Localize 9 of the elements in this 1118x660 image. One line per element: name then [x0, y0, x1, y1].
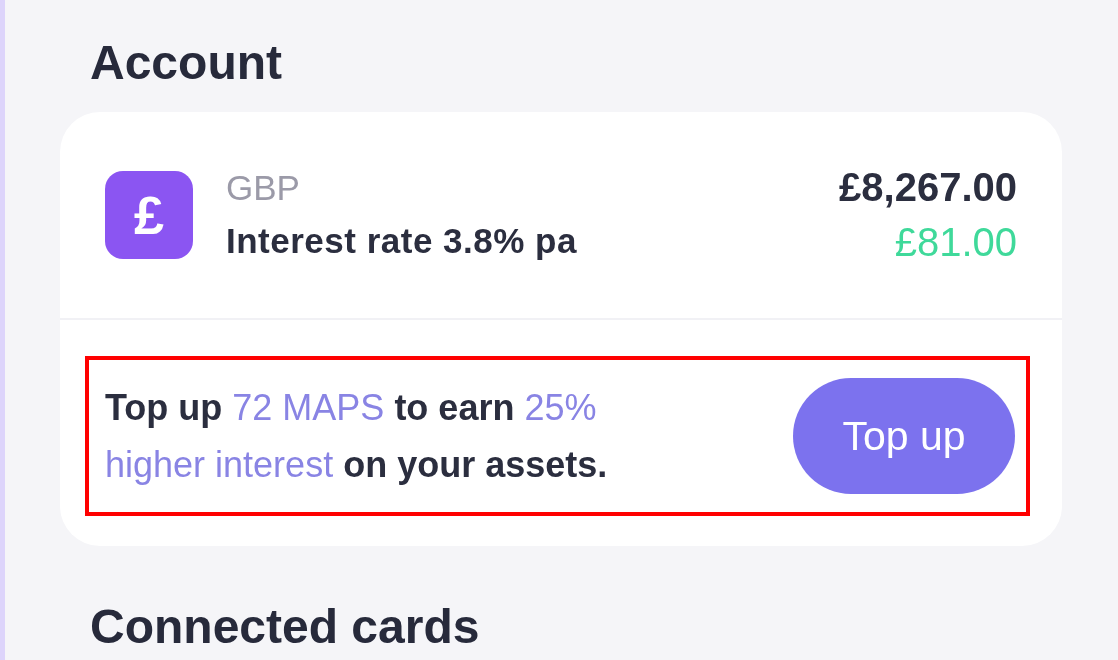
section-heading: Account — [90, 39, 282, 87]
balance-amount: £8,267.00 — [839, 165, 1017, 209]
interest-rate: Interest rate 3.8% pa — [226, 221, 577, 261]
promo-message: Top up 72 MAPS to earn 25% higher interest on your assets. — [105, 386, 609, 487]
currency-code: GBP — [226, 168, 300, 208]
top-up-button[interactable]: Top up — [793, 378, 1015, 494]
section-heading: Connected cards — [90, 603, 480, 651]
interest-earned: £81.00 — [894, 220, 1017, 264]
pound-icon: £ — [105, 170, 193, 259]
